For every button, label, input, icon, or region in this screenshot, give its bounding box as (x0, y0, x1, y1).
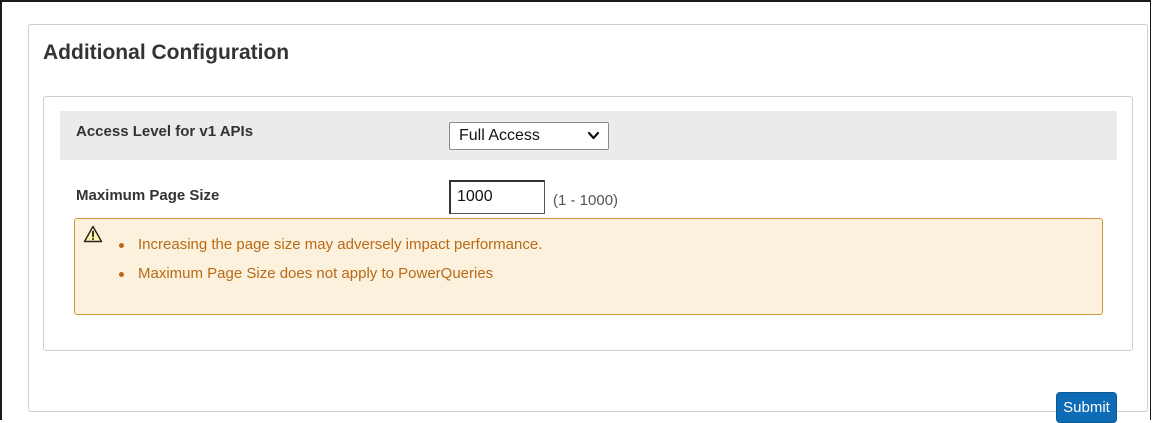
access-level-label: Access Level for v1 APIs (76, 123, 254, 140)
panel-title: Additional Configuration (43, 41, 290, 64)
warning-icon (83, 225, 103, 243)
warning-item: Maximum Page Size does not apply to Powe… (113, 264, 542, 293)
warning-list: Increasing the page size may adversely i… (113, 235, 542, 293)
page-size-input[interactable]: 1000 (449, 180, 545, 214)
access-level-select[interactable]: Full Access (449, 122, 609, 150)
chevron-down-icon (587, 131, 600, 140)
warning-item: Increasing the page size may adversely i… (113, 235, 542, 264)
access-level-selected-value: Full Access (459, 127, 540, 144)
submit-button[interactable]: Submit (1056, 392, 1117, 423)
page-size-range-hint: (1 - 1000) (553, 192, 619, 209)
page-size-label: Maximum Page Size (76, 187, 220, 204)
configuration-form: Access Level for v1 APIs Full Access Max… (43, 96, 1133, 351)
page-size-warning: Increasing the page size may adversely i… (74, 218, 1103, 315)
access-level-row: Access Level for v1 APIs Full Access (60, 111, 1117, 160)
additional-configuration-panel: Additional Configuration Access Level fo… (28, 24, 1148, 423)
